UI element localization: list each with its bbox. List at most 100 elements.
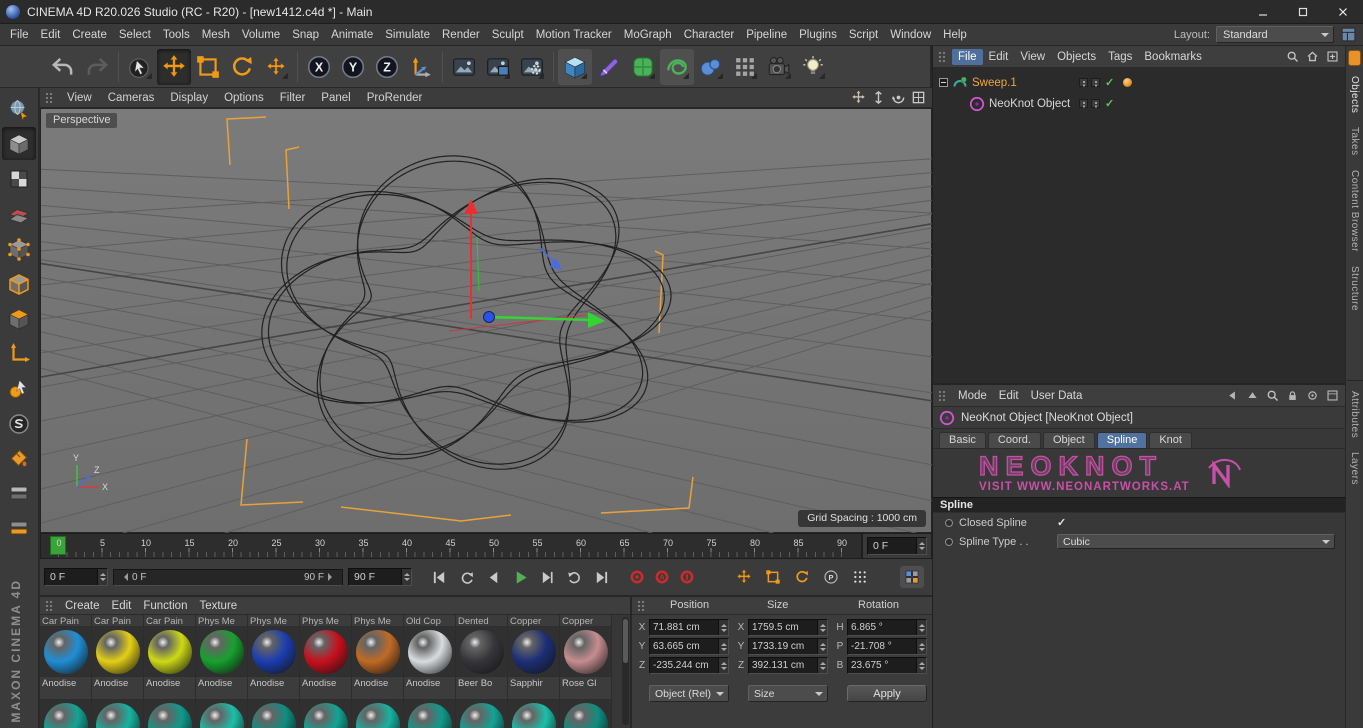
keyframe-selection-button[interactable] — [675, 566, 698, 588]
render-visibility-toggle[interactable] — [1091, 78, 1100, 87]
coord-field-position-x[interactable]: 71.881 cm — [649, 619, 729, 636]
lock-icon[interactable] — [1284, 387, 1301, 404]
enable-axis-icon[interactable] — [2, 337, 36, 370]
panel-tab-content-browser[interactable]: Content Browser — [1349, 170, 1360, 252]
menu-pipeline[interactable]: Pipeline — [740, 27, 793, 43]
menu-select[interactable]: Select — [113, 27, 157, 43]
search-icon[interactable] — [1284, 48, 1301, 65]
texture-mode-icon[interactable] — [2, 162, 36, 195]
spinner-icon[interactable] — [916, 639, 926, 654]
object-mode-icon[interactable] — [2, 372, 36, 405]
last-tool-icon[interactable] — [259, 49, 293, 85]
orbit-view-icon[interactable] — [891, 90, 906, 105]
coord-field-rotation-h[interactable]: 6.865 ° — [847, 619, 927, 636]
menu-edit[interactable]: Edit — [35, 27, 67, 43]
material-item[interactable]: Phys MeAnodise — [196, 615, 248, 688]
minimize-button[interactable] — [1243, 0, 1283, 23]
tab-coord-[interactable]: Coord. — [988, 432, 1041, 448]
tab-object[interactable]: Object — [1043, 432, 1095, 448]
coord-field-size-y[interactable]: 1733.19 cm — [748, 638, 828, 655]
object-row-neoknot-object[interactable]: NeoKnot Object✓ — [933, 93, 1345, 114]
spinner-icon[interactable] — [916, 620, 926, 635]
panel-tab-takes[interactable]: Takes — [1349, 127, 1360, 156]
edges-mode-icon[interactable] — [2, 267, 36, 300]
paint-fill-icon[interactable] — [2, 442, 36, 475]
material-item[interactable] — [248, 688, 300, 728]
material-item[interactable] — [456, 688, 508, 728]
snap-settings-icon[interactable] — [2, 477, 36, 510]
undo-icon[interactable] — [46, 49, 80, 85]
subdivision-surface-icon[interactable] — [626, 49, 660, 85]
om-menu-objects[interactable]: Objects — [1051, 49, 1102, 65]
ruler-frame-field[interactable]: 0 F — [867, 537, 927, 555]
menu-script[interactable]: Script — [843, 27, 884, 43]
coord-field-position-y[interactable]: 63.665 cm — [649, 638, 729, 655]
add-panel-icon[interactable] — [1324, 48, 1341, 65]
play-backward-button[interactable] — [453, 566, 480, 588]
pan-view-icon[interactable] — [851, 90, 866, 105]
loop-playback-button[interactable] — [561, 566, 588, 588]
coord-field-rotation-p[interactable]: -21.708 ° — [847, 638, 927, 655]
closed-spline-checkbox[interactable]: ✓ — [1057, 516, 1066, 529]
x-axis-lock-icon[interactable]: X — [302, 49, 336, 85]
key-pla-toggle[interactable] — [848, 566, 872, 588]
material-menu-edit[interactable]: Edit — [106, 598, 138, 614]
material-item[interactable]: Car PainAnodise — [92, 615, 144, 688]
material-item[interactable]: CopperSapphir — [508, 615, 560, 688]
spinner-icon[interactable] — [97, 569, 107, 585]
polygons-mode-icon[interactable] — [2, 302, 36, 335]
om-menu-view[interactable]: View — [1014, 49, 1051, 65]
panel-grip[interactable] — [938, 51, 947, 63]
go-to-end-button[interactable] — [588, 566, 615, 588]
make-editable-icon[interactable] — [2, 92, 36, 125]
points-mode-icon[interactable] — [2, 232, 36, 265]
panel-tab-structure[interactable]: Structure — [1349, 266, 1360, 311]
object-tag-icon[interactable] — [1123, 78, 1132, 87]
spinner-icon[interactable] — [718, 639, 728, 654]
editor-visibility-toggle[interactable] — [1079, 99, 1088, 108]
editor-visibility-toggle[interactable] — [1079, 78, 1088, 87]
coordinate-system-icon[interactable] — [404, 49, 438, 85]
objects-tab-icon[interactable] — [1348, 50, 1361, 66]
camera-label[interactable]: Perspective — [46, 113, 117, 128]
apply-button[interactable]: Apply — [847, 685, 927, 702]
size-mode-select[interactable]: Size — [748, 685, 828, 702]
sweep-generator-icon[interactable] — [660, 49, 694, 85]
key-position-toggle[interactable] — [732, 566, 756, 588]
attr-menu-user-data[interactable]: User Data — [1025, 388, 1089, 404]
panel-tab-attributes[interactable]: Attributes — [1349, 391, 1360, 438]
paint-tool-icon[interactable] — [592, 49, 626, 85]
end-frame-field[interactable]: 90 F — [348, 568, 412, 586]
light-object-icon[interactable] — [796, 49, 830, 85]
menu-window[interactable]: Window — [884, 27, 937, 43]
prev-object-icon[interactable] — [1224, 387, 1241, 404]
material-item[interactable]: CopperRose Gl — [560, 615, 612, 688]
object-row-sweep-1[interactable]: Sweep.1✓ — [933, 72, 1345, 93]
menu-render[interactable]: Render — [436, 27, 486, 43]
maximize-button[interactable] — [1283, 0, 1323, 23]
object-enabled-check[interactable]: ✓ — [1105, 97, 1114, 110]
camera-object-icon[interactable] — [762, 49, 796, 85]
menu-animate[interactable]: Animate — [325, 27, 379, 43]
metaball-icon[interactable] — [694, 49, 728, 85]
autokeying-button[interactable]: A — [650, 566, 673, 588]
spinner-icon[interactable] — [817, 620, 827, 635]
material-item[interactable]: Phys MeAnodise — [352, 615, 404, 688]
toggle-view-icon[interactable] — [911, 90, 926, 105]
live-selection-icon[interactable] — [123, 49, 157, 85]
material-item[interactable] — [508, 688, 560, 728]
filter-path-icon[interactable] — [1304, 48, 1321, 65]
panel-grip[interactable] — [45, 92, 54, 104]
pin-icon[interactable] — [1304, 387, 1321, 404]
render-visibility-toggle[interactable] — [1091, 99, 1100, 108]
z-axis-lock-icon[interactable]: Z — [370, 49, 404, 85]
material-scrollbar[interactable] — [622, 617, 629, 725]
spinner-icon[interactable] — [718, 620, 728, 635]
menu-simulate[interactable]: Simulate — [379, 27, 436, 43]
material-item[interactable]: Car PainAnodise — [144, 615, 196, 688]
coord-field-size-z[interactable]: 392.131 cm — [748, 657, 828, 674]
viewport-solo-icon[interactable] — [2, 407, 36, 440]
spinner-icon[interactable] — [718, 658, 728, 673]
viewport[interactable]: YXZ Perspective Grid Spacing : 1000 cm — [40, 108, 932, 533]
material-menu-create[interactable]: Create — [59, 598, 106, 614]
